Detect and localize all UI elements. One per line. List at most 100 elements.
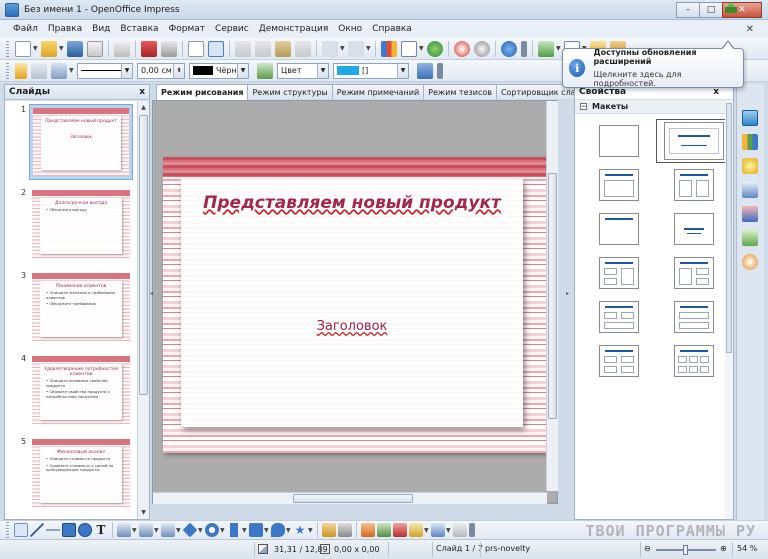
- notification-details-link[interactable]: Щелкните здесь для подробностей.: [593, 70, 743, 88]
- extension-update-notification[interactable]: i Доступны обновления расширений Щелкнит…: [562, 40, 744, 88]
- maximize-button[interactable]: □: [699, 1, 723, 18]
- slide-thumbnail-row[interactable]: 1 Представляем новый продукт Заголовок: [5, 101, 137, 184]
- close-document-button[interactable]: ✕: [746, 24, 754, 35]
- chevron-down-icon[interactable]: ▼: [176, 527, 181, 534]
- properties-deck-icon[interactable]: [742, 110, 758, 126]
- master-pages-icon[interactable]: [742, 134, 758, 150]
- current-slide[interactable]: Представляем новый продукт Заголовок: [163, 157, 547, 453]
- alignment-icon[interactable]: [409, 523, 423, 537]
- close-properties-button[interactable]: x: [713, 87, 719, 97]
- connector-icon[interactable]: [139, 523, 153, 537]
- layout-title-only[interactable]: [581, 207, 656, 251]
- chevron-down-icon[interactable]: ▼: [317, 63, 328, 78]
- menu-window[interactable]: Окно: [333, 20, 367, 38]
- select-arrow-icon[interactable]: [14, 523, 28, 537]
- chevron-down-icon[interactable]: ▼: [556, 45, 561, 52]
- menu-insert[interactable]: Вставка: [115, 20, 163, 38]
- chevron-down-icon[interactable]: ▼: [59, 45, 64, 52]
- layout-centered-text[interactable]: [656, 207, 731, 251]
- zoom-slider-knob[interactable]: [683, 545, 688, 555]
- menu-slideshow[interactable]: Демонстрация: [254, 20, 334, 38]
- shadow-icon[interactable]: [417, 62, 433, 79]
- symbol-shapes-icon[interactable]: [205, 523, 219, 537]
- minimize-button[interactable]: –: [676, 1, 700, 18]
- tab-handout-view[interactable]: Режим тезисов: [423, 84, 497, 99]
- chevron-down-icon[interactable]: ▼: [132, 527, 137, 534]
- edit-file-icon[interactable]: [114, 40, 130, 57]
- print-icon[interactable]: [161, 40, 177, 57]
- chevron-down-icon[interactable]: ▼: [397, 63, 408, 78]
- arrow-line-icon[interactable]: [46, 523, 60, 537]
- tab-outline-view[interactable]: Режим структуры: [247, 84, 333, 99]
- properties-scrollbar[interactable]: [725, 101, 733, 519]
- animation-icon[interactable]: [742, 158, 758, 174]
- help-icon[interactable]: [501, 40, 517, 57]
- zoom-out-icon[interactable]: ⊖: [644, 544, 651, 553]
- toolbar-options-icon[interactable]: [521, 40, 527, 57]
- editor-horizontal-scrollbar-thumb[interactable]: [293, 494, 413, 503]
- layout-title-6content[interactable]: [656, 339, 731, 383]
- layout-blank[interactable]: [581, 119, 656, 163]
- menu-tools[interactable]: Сервис: [210, 20, 254, 38]
- chevron-down-icon[interactable]: ▼: [154, 527, 159, 534]
- slide-thumbnail[interactable]: Финансовый анализ • Опишите стоимость про…: [29, 436, 133, 512]
- layout-title-4content[interactable]: [581, 339, 656, 383]
- chevron-down-icon[interactable]: ▼: [242, 527, 247, 534]
- layout-title-two-columns[interactable]: [656, 163, 731, 207]
- editor-vertical-scrollbar[interactable]: [546, 101, 558, 491]
- toolbar-grip[interactable]: [6, 40, 9, 57]
- chart-icon[interactable]: [381, 40, 397, 57]
- slide-transition-icon[interactable]: [742, 182, 758, 198]
- chevron-down-icon[interactable]: ▼: [121, 63, 132, 78]
- slide-thumbnail-row[interactable]: 5 Финансовый анализ • Опишите стоимость пр…: [5, 433, 137, 516]
- chevron-down-icon[interactable]: ▼: [424, 527, 429, 534]
- fill-type-select[interactable]: Цвет ▼: [277, 62, 329, 79]
- chevron-down-icon[interactable]: ▼: [198, 527, 203, 534]
- lines-arrows-icon[interactable]: [161, 523, 175, 537]
- line-width-field[interactable]: 0,00 см ⬍: [137, 62, 185, 79]
- slide-thumbnail-row[interactable]: 2 Долгосрочная выгода • Объяснить выгоду: [5, 184, 137, 267]
- rotate-icon[interactable]: [393, 523, 407, 537]
- master-design-name[interactable]: prs-novelty: [485, 544, 530, 553]
- collapse-left-pane-icon[interactable]: ◂: [150, 290, 155, 302]
- paste-icon[interactable]: [275, 40, 291, 57]
- gallery-icon[interactable]: [474, 40, 490, 57]
- basic-shapes-icon[interactable]: [182, 522, 198, 538]
- spellcheck-icon[interactable]: [188, 40, 204, 57]
- text-tool-icon[interactable]: T: [94, 523, 108, 537]
- cut-icon[interactable]: [235, 40, 251, 57]
- display-views-icon[interactable]: [538, 40, 554, 57]
- block-arrows-icon[interactable]: [227, 523, 241, 537]
- layout-title-2content-content[interactable]: [581, 251, 656, 295]
- tab-notes-view[interactable]: Режим примечаний: [331, 84, 425, 99]
- slide-thumbnail[interactable]: Представляем новый продукт Заголовок: [29, 104, 133, 180]
- editor-vertical-scrollbar-thumb[interactable]: [548, 173, 557, 419]
- layouts-section-header[interactable]: − Макеты: [575, 100, 733, 114]
- menu-format[interactable]: Формат: [164, 20, 211, 38]
- menu-file[interactable]: Файл: [8, 20, 43, 38]
- chevron-down-icon[interactable]: ▼: [419, 45, 424, 52]
- layout-title-slide[interactable]: [656, 119, 731, 163]
- email-icon[interactable]: [87, 40, 103, 57]
- rectangle-icon[interactable]: [62, 523, 76, 537]
- from-file-icon[interactable]: [361, 523, 375, 537]
- spin-icon[interactable]: ⬍: [173, 63, 184, 78]
- editor-horizontal-scrollbar[interactable]: [153, 492, 547, 504]
- chevron-down-icon[interactable]: ▼: [237, 63, 248, 78]
- slide-thumbnail[interactable]: Удовлетворение потребностей клиентов • Оп…: [29, 353, 133, 429]
- close-slides-pane-button[interactable]: x: [139, 87, 145, 97]
- toolbar-grip[interactable]: [6, 522, 9, 538]
- chevron-down-icon[interactable]: ▼: [446, 527, 451, 534]
- slide-subtitle[interactable]: Заголовок: [181, 319, 523, 334]
- line-color-select[interactable]: Чёрнь ▼: [189, 62, 249, 79]
- navigator-icon[interactable]: [427, 40, 443, 57]
- extension-update-icon[interactable]: [724, 2, 738, 14]
- arrow-style-icon[interactable]: [51, 62, 67, 79]
- chevron-down-icon[interactable]: ▼: [220, 527, 225, 534]
- styles-icon[interactable]: [15, 62, 27, 79]
- scroll-up-icon[interactable]: ▲: [138, 102, 149, 113]
- slide-editing-area[interactable]: Представляем новый продукт Заголовок: [152, 100, 558, 504]
- toolbar-options-icon[interactable]: [469, 523, 475, 537]
- tab-normal-view[interactable]: Режим рисования: [156, 84, 249, 100]
- chevron-down-icon[interactable]: ▼: [33, 45, 38, 52]
